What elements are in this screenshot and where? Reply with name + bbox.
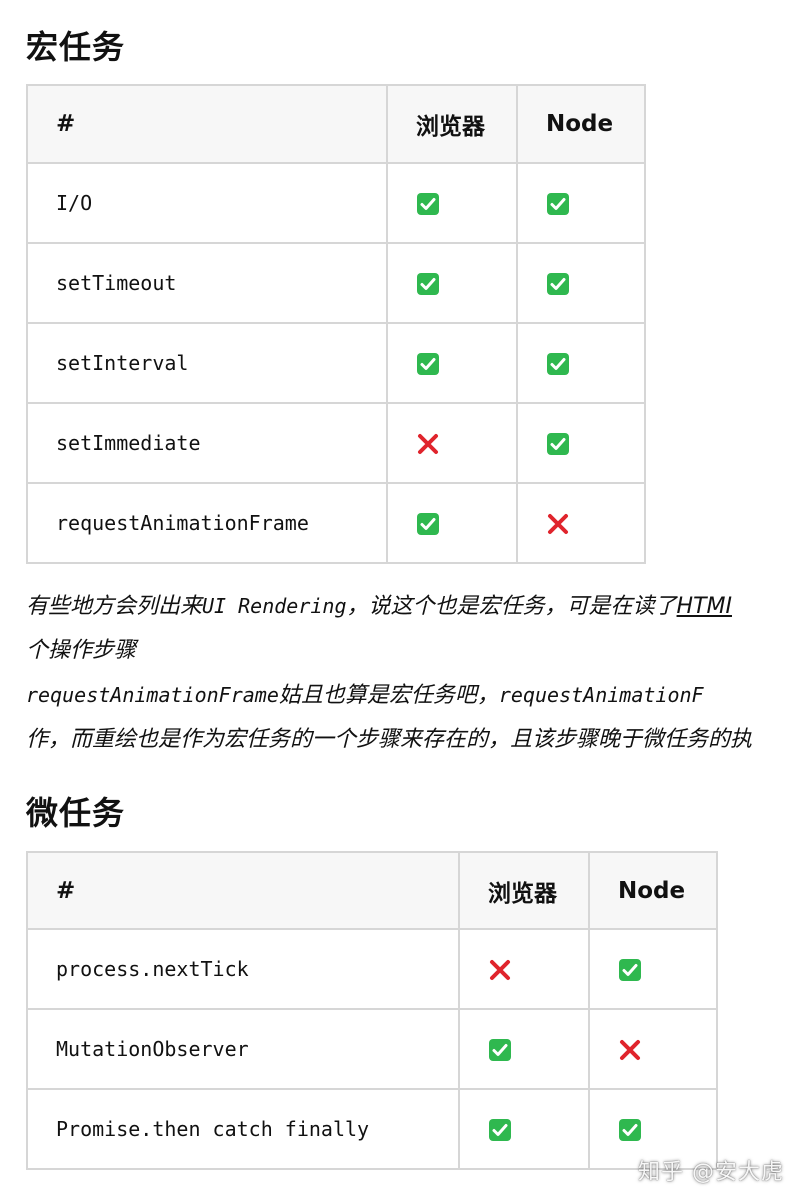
section-title-macrotask: 宏任务 — [26, 28, 126, 66]
paragraph-line-3: requestAnimationFrame姑且也算是宏任务吧，requestAn… — [26, 683, 704, 708]
check-mark-icon — [488, 1038, 512, 1062]
section-title-microtask: 微任务 — [26, 794, 126, 832]
node-support — [588, 1008, 718, 1090]
node-support — [516, 482, 646, 564]
header-node: Node — [588, 851, 718, 930]
browser-support — [386, 322, 518, 404]
paragraph-line-4: 作，而重绘也是作为宏任务的一个步骤来存在的，且该步骤晚于微任务的执 — [26, 727, 753, 752]
api-name: setTimeout — [26, 242, 388, 324]
api-name: MutationObserver — [26, 1008, 460, 1090]
check-mark-icon — [416, 352, 440, 376]
api-name: requestAnimationFrame — [26, 482, 388, 564]
table-row: requestAnimationFrame — [26, 482, 646, 564]
cross-mark-icon — [618, 1038, 642, 1062]
table-row: MutationObserver — [26, 1008, 718, 1090]
api-name: setImmediate — [26, 402, 388, 484]
api-name: I/O — [26, 162, 388, 244]
table-row: I/O — [26, 162, 646, 244]
browser-support — [458, 1088, 590, 1170]
paragraph-line-2: 个操作步骤 — [26, 638, 137, 663]
header-browser: 浏览器 — [458, 851, 590, 930]
check-mark-icon — [416, 512, 440, 536]
browser-support — [458, 928, 590, 1010]
check-mark-icon — [488, 1118, 512, 1142]
node-support — [516, 402, 646, 484]
check-mark-icon — [546, 192, 570, 216]
check-mark-icon — [546, 272, 570, 296]
table-header-row: # 浏览器 Node — [26, 84, 646, 164]
header-hash: # — [26, 851, 460, 930]
api-name: Promise.then catch finally — [26, 1088, 460, 1170]
table-row: process.nextTick — [26, 928, 718, 1010]
api-name: setInterval — [26, 322, 388, 404]
browser-support — [458, 1008, 590, 1090]
header-hash: # — [26, 84, 388, 164]
check-mark-icon — [546, 352, 570, 376]
header-browser: 浏览器 — [386, 84, 518, 164]
check-mark-icon — [546, 432, 570, 456]
microtask-table: # 浏览器 Node process.nextTick MutationObse… — [26, 851, 718, 1170]
zhihu-watermark: 知乎 @安大虎 — [638, 1160, 784, 1185]
table-row: Promise.then catch finally — [26, 1088, 718, 1170]
browser-support — [386, 402, 518, 484]
node-support — [516, 162, 646, 244]
api-name: process.nextTick — [26, 928, 460, 1010]
browser-support — [386, 482, 518, 564]
explanation-paragraph: 有些地方会列出来UI Rendering，说这个也是宏任务，可是在读了HTMI … — [26, 584, 806, 762]
cross-mark-icon — [416, 432, 440, 456]
check-mark-icon — [416, 192, 440, 216]
macrotask-table: # 浏览器 Node I/O setTimeout setInterval se… — [26, 84, 646, 564]
browser-support — [386, 162, 518, 244]
check-mark-icon — [618, 958, 642, 982]
node-support — [588, 928, 718, 1010]
html-spec-link[interactable]: HTMI — [677, 594, 732, 619]
table-row: setTimeout — [26, 242, 646, 324]
check-mark-icon — [618, 1118, 642, 1142]
paragraph-line-1: 有些地方会列出来UI Rendering，说这个也是宏任务，可是在读了HTMI — [26, 594, 732, 619]
cross-mark-icon — [546, 512, 570, 536]
node-support — [516, 322, 646, 404]
check-mark-icon — [416, 272, 440, 296]
table-row: setImmediate — [26, 402, 646, 484]
node-support — [516, 242, 646, 324]
page: 宏任务 # 浏览器 Node I/O setTimeout setInterva… — [0, 0, 806, 1200]
browser-support — [386, 242, 518, 324]
table-header-row: # 浏览器 Node — [26, 851, 718, 930]
header-node: Node — [516, 84, 646, 164]
table-row: setInterval — [26, 322, 646, 404]
cross-mark-icon — [488, 958, 512, 982]
